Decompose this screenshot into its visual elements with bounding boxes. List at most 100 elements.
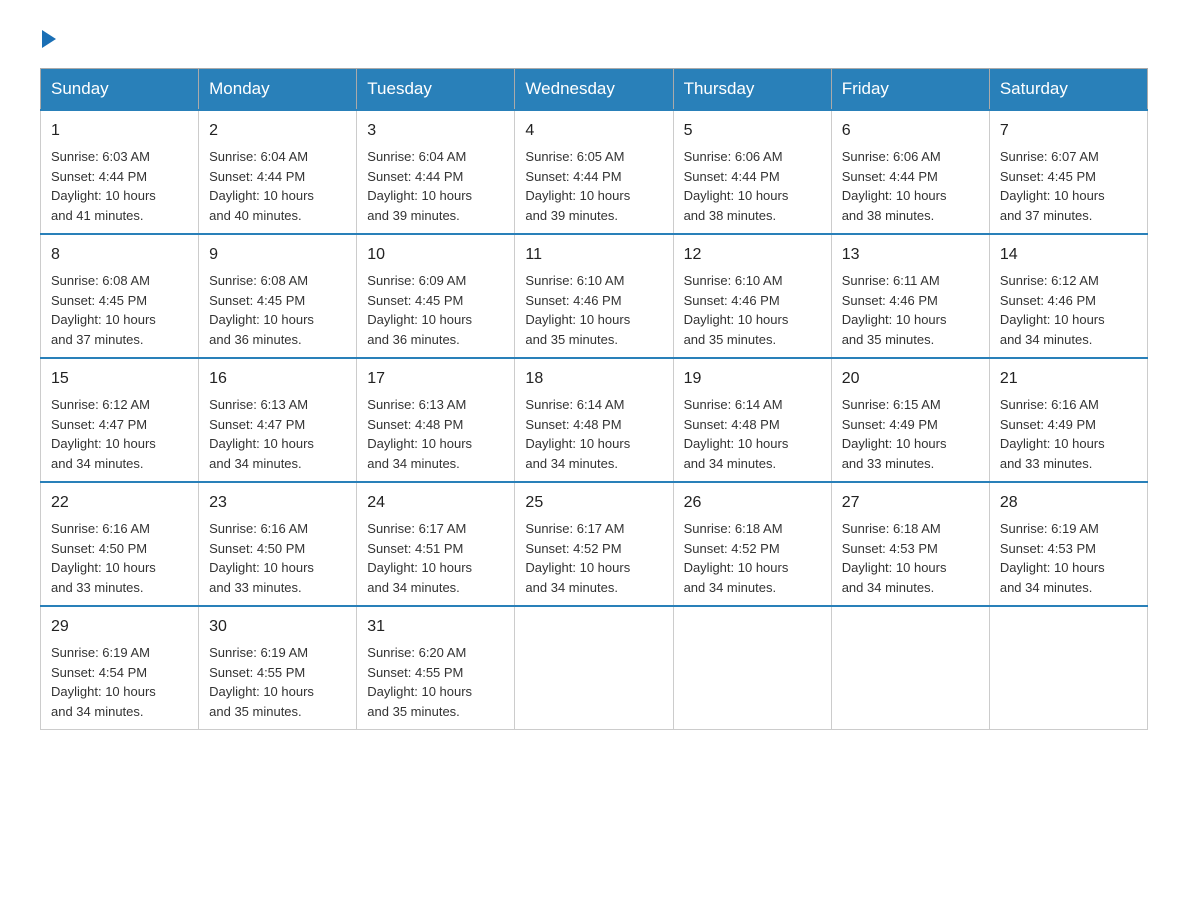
calendar-cell: 11 Sunrise: 6:10 AMSunset: 4:46 PMDayligh…: [515, 234, 673, 358]
calendar-cell: 27 Sunrise: 6:18 AMSunset: 4:53 PMDayligh…: [831, 482, 989, 606]
day-info: Sunrise: 6:19 AMSunset: 4:55 PMDaylight:…: [209, 643, 346, 721]
logo-general-text: [40, 30, 56, 48]
calendar-cell: 13 Sunrise: 6:11 AMSunset: 4:46 PMDayligh…: [831, 234, 989, 358]
calendar-cell: [673, 606, 831, 730]
calendar-header-row: Sunday Monday Tuesday Wednesday Thursday…: [41, 69, 1148, 111]
calendar-cell: 22Sunrise: 6:16 AMSunset: 4:50 PMDayligh…: [41, 482, 199, 606]
calendar-week-row: 8 Sunrise: 6:08 AMSunset: 4:45 PMDaylight…: [41, 234, 1148, 358]
day-info: Sunrise: 6:19 AMSunset: 4:54 PMDaylight:…: [51, 643, 188, 721]
day-info: Sunrise: 6:12 AMSunset: 4:47 PMDaylight:…: [51, 395, 188, 473]
day-number: 17: [367, 367, 504, 391]
calendar-cell: 6 Sunrise: 6:06 AMSunset: 4:44 PMDaylight…: [831, 110, 989, 234]
calendar-cell: 23 Sunrise: 6:16 AMSunset: 4:50 PMDayligh…: [199, 482, 357, 606]
calendar-cell: 20Sunrise: 6:15 AMSunset: 4:49 PMDayligh…: [831, 358, 989, 482]
day-info: Sunrise: 6:06 AMSunset: 4:44 PMDaylight:…: [684, 147, 821, 225]
calendar-cell: [831, 606, 989, 730]
calendar-cell: 17 Sunrise: 6:13 AMSunset: 4:48 PMDayligh…: [357, 358, 515, 482]
calendar-cell: [989, 606, 1147, 730]
day-number: 14: [1000, 243, 1137, 267]
calendar-cell: 30Sunrise: 6:19 AMSunset: 4:55 PMDayligh…: [199, 606, 357, 730]
day-info: Sunrise: 6:18 AMSunset: 4:52 PMDaylight:…: [684, 519, 821, 597]
calendar-cell: 15Sunrise: 6:12 AMSunset: 4:47 PMDayligh…: [41, 358, 199, 482]
day-info: Sunrise: 6:07 AMSunset: 4:45 PMDaylight:…: [1000, 147, 1137, 225]
page-header: [40, 30, 1148, 48]
day-info: Sunrise: 6:09 AMSunset: 4:45 PMDaylight:…: [367, 271, 504, 349]
calendar-cell: 8Sunrise: 6:08 AMSunset: 4:45 PMDaylight…: [41, 234, 199, 358]
col-header-thursday: Thursday: [673, 69, 831, 111]
calendar-cell: 3Sunrise: 6:04 AMSunset: 4:44 PMDaylight…: [357, 110, 515, 234]
col-header-monday: Monday: [199, 69, 357, 111]
day-info: Sunrise: 6:16 AMSunset: 4:50 PMDaylight:…: [51, 519, 188, 597]
day-info: Sunrise: 6:17 AMSunset: 4:52 PMDaylight:…: [525, 519, 662, 597]
calendar-week-row: 22Sunrise: 6:16 AMSunset: 4:50 PMDayligh…: [41, 482, 1148, 606]
day-number: 13: [842, 243, 979, 267]
day-info: Sunrise: 6:13 AMSunset: 4:47 PMDaylight:…: [209, 395, 346, 473]
col-header-wednesday: Wednesday: [515, 69, 673, 111]
day-info: Sunrise: 6:17 AMSunset: 4:51 PMDaylight:…: [367, 519, 504, 597]
day-number: 6: [842, 119, 979, 143]
calendar-body: 1 Sunrise: 6:03 AMSunset: 4:44 PMDaylight…: [41, 110, 1148, 730]
day-number: 4: [525, 119, 662, 143]
calendar-cell: 21 Sunrise: 6:16 AMSunset: 4:49 PMDayligh…: [989, 358, 1147, 482]
calendar-cell: 14 Sunrise: 6:12 AMSunset: 4:46 PMDayligh…: [989, 234, 1147, 358]
day-info: Sunrise: 6:06 AMSunset: 4:44 PMDaylight:…: [842, 147, 979, 225]
day-number: 19: [684, 367, 821, 391]
calendar-cell: 19 Sunrise: 6:14 AMSunset: 4:48 PMDayligh…: [673, 358, 831, 482]
day-info: Sunrise: 6:19 AMSunset: 4:53 PMDaylight:…: [1000, 519, 1137, 597]
day-number: 9: [209, 243, 346, 267]
calendar-cell: 7Sunrise: 6:07 AMSunset: 4:45 PMDaylight…: [989, 110, 1147, 234]
calendar-cell: 18 Sunrise: 6:14 AMSunset: 4:48 PMDayligh…: [515, 358, 673, 482]
day-number: 2: [209, 119, 346, 143]
day-number: 3: [367, 119, 504, 143]
col-header-saturday: Saturday: [989, 69, 1147, 111]
day-number: 29: [51, 615, 188, 639]
day-number: 8: [51, 243, 188, 267]
calendar-cell: 29 Sunrise: 6:19 AMSunset: 4:54 PMDayligh…: [41, 606, 199, 730]
day-info: Sunrise: 6:04 AMSunset: 4:44 PMDaylight:…: [209, 147, 346, 225]
day-number: 28: [1000, 491, 1137, 515]
day-info: Sunrise: 6:11 AMSunset: 4:46 PMDaylight:…: [842, 271, 979, 349]
col-header-tuesday: Tuesday: [357, 69, 515, 111]
day-info: Sunrise: 6:16 AMSunset: 4:49 PMDaylight:…: [1000, 395, 1137, 473]
calendar-cell: [515, 606, 673, 730]
day-info: Sunrise: 6:14 AMSunset: 4:48 PMDaylight:…: [684, 395, 821, 473]
calendar-cell: 25 Sunrise: 6:17 AMSunset: 4:52 PMDayligh…: [515, 482, 673, 606]
calendar-cell: 5 Sunrise: 6:06 AMSunset: 4:44 PMDaylight…: [673, 110, 831, 234]
day-info: Sunrise: 6:16 AMSunset: 4:50 PMDaylight:…: [209, 519, 346, 597]
day-number: 18: [525, 367, 662, 391]
day-info: Sunrise: 6:12 AMSunset: 4:46 PMDaylight:…: [1000, 271, 1137, 349]
day-number: 12: [684, 243, 821, 267]
day-number: 5: [684, 119, 821, 143]
day-number: 1: [51, 119, 188, 143]
calendar-week-row: 15Sunrise: 6:12 AMSunset: 4:47 PMDayligh…: [41, 358, 1148, 482]
calendar-cell: 4 Sunrise: 6:05 AMSunset: 4:44 PMDaylight…: [515, 110, 673, 234]
calendar-table: Sunday Monday Tuesday Wednesday Thursday…: [40, 68, 1148, 730]
day-info: Sunrise: 6:18 AMSunset: 4:53 PMDaylight:…: [842, 519, 979, 597]
calendar-cell: 12Sunrise: 6:10 AMSunset: 4:46 PMDayligh…: [673, 234, 831, 358]
day-number: 11: [525, 243, 662, 267]
day-number: 21: [1000, 367, 1137, 391]
calendar-cell: 26Sunrise: 6:18 AMSunset: 4:52 PMDayligh…: [673, 482, 831, 606]
day-number: 23: [209, 491, 346, 515]
day-number: 25: [525, 491, 662, 515]
calendar-week-row: 1 Sunrise: 6:03 AMSunset: 4:44 PMDaylight…: [41, 110, 1148, 234]
day-number: 27: [842, 491, 979, 515]
calendar-cell: 10Sunrise: 6:09 AMSunset: 4:45 PMDayligh…: [357, 234, 515, 358]
col-header-sunday: Sunday: [41, 69, 199, 111]
day-info: Sunrise: 6:10 AMSunset: 4:46 PMDaylight:…: [525, 271, 662, 349]
day-info: Sunrise: 6:13 AMSunset: 4:48 PMDaylight:…: [367, 395, 504, 473]
day-number: 20: [842, 367, 979, 391]
day-info: Sunrise: 6:03 AMSunset: 4:44 PMDaylight:…: [51, 147, 188, 225]
calendar-cell: 31 Sunrise: 6:20 AMSunset: 4:55 PMDayligh…: [357, 606, 515, 730]
day-info: Sunrise: 6:20 AMSunset: 4:55 PMDaylight:…: [367, 643, 504, 721]
day-number: 31: [367, 615, 504, 639]
calendar-cell: 1 Sunrise: 6:03 AMSunset: 4:44 PMDaylight…: [41, 110, 199, 234]
col-header-friday: Friday: [831, 69, 989, 111]
calendar-cell: 24Sunrise: 6:17 AMSunset: 4:51 PMDayligh…: [357, 482, 515, 606]
day-number: 16: [209, 367, 346, 391]
day-info: Sunrise: 6:14 AMSunset: 4:48 PMDaylight:…: [525, 395, 662, 473]
calendar-week-row: 29 Sunrise: 6:19 AMSunset: 4:54 PMDayligh…: [41, 606, 1148, 730]
day-info: Sunrise: 6:05 AMSunset: 4:44 PMDaylight:…: [525, 147, 662, 225]
logo: [40, 30, 56, 48]
day-info: Sunrise: 6:08 AMSunset: 4:45 PMDaylight:…: [209, 271, 346, 349]
